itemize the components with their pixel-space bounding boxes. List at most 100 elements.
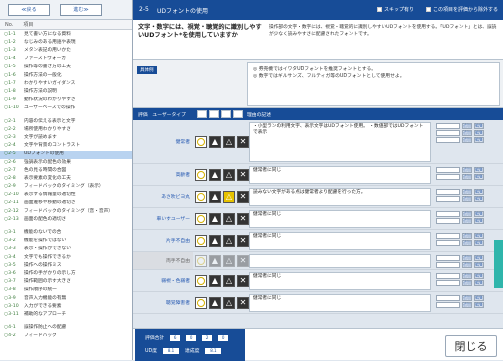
edit-button[interactable]: 編集 xyxy=(474,218,484,224)
list-item[interactable]: ○3-8 操作順序の統一 xyxy=(0,287,132,295)
list-item[interactable]: ○1-6 操作方法の一般化 xyxy=(0,72,132,80)
list-item[interactable]: ○1-7 わかりやすいガイダンス xyxy=(0,80,132,88)
list-item[interactable]: ○2-12 フィードバックのタイミング（音・音声） xyxy=(0,208,132,216)
add-button[interactable]: 追加 xyxy=(462,233,472,239)
forward-button[interactable]: 進む≫ xyxy=(60,3,102,16)
edit-button[interactable]: 編集 xyxy=(474,130,484,136)
rating-select[interactable] xyxy=(436,218,460,224)
list-item[interactable]: ○2-11 画面遷移や移動の適切さ xyxy=(0,200,132,208)
comment-field[interactable]: 健常者に同じ xyxy=(249,272,431,290)
list-item[interactable]: ○2-13 画面の配色の適切さ xyxy=(0,216,132,224)
list-item[interactable]: ○3-6 操作の手がかりの示し方 xyxy=(0,270,132,278)
good-circle-icon[interactable] xyxy=(195,255,207,267)
edit-button[interactable]: 編集 xyxy=(474,233,484,239)
list-item[interactable]: ○3-1 機能のないでの合 xyxy=(0,229,132,237)
sort-up-icon[interactable] xyxy=(221,110,231,118)
bad-cross-icon[interactable]: ✕ xyxy=(237,255,249,267)
list-item[interactable]: ○2-3 文字が読めます xyxy=(0,134,132,142)
list-item[interactable]: ○2-5 UDフォントの使用 xyxy=(0,150,132,159)
edit-button[interactable]: 編集 xyxy=(474,196,484,202)
fair-triangle-icon[interactable]: ▲ xyxy=(209,297,221,309)
warn-triangle-icon[interactable]: △ xyxy=(223,235,235,247)
edit-button[interactable]: 編集 xyxy=(474,174,484,180)
bad-cross-icon[interactable]: ✕ xyxy=(237,275,249,287)
rating-select[interactable] xyxy=(436,255,460,261)
fair-triangle-icon[interactable]: ▲ xyxy=(209,275,221,287)
fair-triangle-icon[interactable]: ▲ xyxy=(209,191,221,203)
comment-field[interactable] xyxy=(249,254,431,268)
list-item[interactable]: ○2-9 フィードバックのタイミング（表示） xyxy=(0,183,132,191)
back-button[interactable]: ≪戻る xyxy=(8,3,50,16)
list-item[interactable]: ○3-4 文字でも操作できるか xyxy=(0,254,132,262)
list-item[interactable]: ○2-7 色の見る時間の合図 xyxy=(0,167,132,175)
good-circle-icon[interactable] xyxy=(195,297,207,309)
rating-select[interactable] xyxy=(436,262,460,268)
edit-button[interactable]: 編集 xyxy=(474,255,484,261)
edit-button[interactable]: 編集 xyxy=(474,240,484,246)
rating-select[interactable] xyxy=(436,233,460,239)
edit-button[interactable]: 編集 xyxy=(474,123,484,129)
list-item[interactable]: ○1-9 動作状況のわかりやすさ xyxy=(0,97,132,105)
comment-field[interactable]: 読みない文字がある点は健常者より配慮を行った方。 xyxy=(249,188,431,206)
edit-button[interactable]: 編集 xyxy=(474,211,484,217)
rating-select[interactable] xyxy=(436,240,460,246)
close-button[interactable]: 閉じる xyxy=(445,335,497,357)
comment-field[interactable]: 健常者に同じ xyxy=(249,294,431,312)
warn-triangle-icon[interactable]: △ xyxy=(223,275,235,287)
fair-triangle-icon[interactable]: ▲ xyxy=(209,235,221,247)
rating-select[interactable] xyxy=(436,130,460,136)
list-item[interactable]: ○3-3 表示・操作ができない xyxy=(0,246,132,254)
bad-cross-icon[interactable]: ✕ xyxy=(237,213,249,225)
bad-cross-icon[interactable]: ✕ xyxy=(237,235,249,247)
list-item[interactable]: ○3-9 音声入力機能の有無 xyxy=(0,295,132,303)
fair-triangle-icon[interactable]: ▲ xyxy=(209,213,221,225)
add-button[interactable]: 追加 xyxy=(462,280,472,286)
list-item[interactable]: ○4-2 フィードバック xyxy=(0,333,132,341)
list-item[interactable]: ○1-5 操作等の書き方の工夫 xyxy=(0,64,132,72)
edit-button[interactable]: 編集 xyxy=(474,167,484,173)
add-button[interactable]: 追加 xyxy=(462,240,472,246)
rating-select[interactable] xyxy=(436,280,460,286)
good-circle-icon[interactable] xyxy=(195,213,207,225)
sort-down-icon[interactable] xyxy=(233,110,243,118)
list-item[interactable]: ○2-10 表示する情報量の適切性 xyxy=(0,192,132,200)
comment-field[interactable]: 健常者に同じ xyxy=(249,166,431,184)
exclude-checkbox[interactable]: この項目を評価から除外する xyxy=(425,6,498,13)
good-circle-icon[interactable] xyxy=(195,191,207,203)
comment-field[interactable]: 健常者に同じ xyxy=(249,232,431,250)
rating-select[interactable] xyxy=(436,167,460,173)
warn-triangle-icon[interactable]: △ xyxy=(223,136,235,148)
rating-select[interactable] xyxy=(436,189,460,195)
list-item[interactable]: ○1-3 メタン表記の用いかた xyxy=(0,47,132,55)
rating-select[interactable] xyxy=(436,273,460,279)
add-button[interactable]: 追加 xyxy=(462,137,472,143)
list-item[interactable]: ○2-1 内容の伝える表示と文字 xyxy=(0,118,132,126)
list-item[interactable]: ○1-4 ファーストヴォーカ xyxy=(0,56,132,64)
rating-select[interactable] xyxy=(436,174,460,180)
list-item[interactable]: ○3-2 機能を操作ではない xyxy=(0,238,132,246)
fair-triangle-icon[interactable]: ▲ xyxy=(209,255,221,267)
edit-button[interactable]: 編集 xyxy=(474,273,484,279)
add-button[interactable]: 追加 xyxy=(462,262,472,268)
list-item[interactable]: ○3-5 操作への操作ミス xyxy=(0,262,132,270)
rating-select[interactable] xyxy=(436,137,460,143)
add-button[interactable]: 追加 xyxy=(462,295,472,301)
rating-select[interactable] xyxy=(436,295,460,301)
list-item[interactable]: ○1-8 操作方法の説明 xyxy=(0,88,132,96)
warn-triangle-icon[interactable]: △ xyxy=(223,191,235,203)
warn-triangle-icon[interactable]: △ xyxy=(223,255,235,267)
list-item[interactable]: ○3-10 入力ができる要素 xyxy=(0,303,132,311)
rating-select[interactable] xyxy=(436,123,460,129)
bad-cross-icon[interactable]: ✕ xyxy=(237,169,249,181)
add-button[interactable]: 追加 xyxy=(462,255,472,261)
copy-icon[interactable] xyxy=(209,110,219,118)
edit-button[interactable]: 編集 xyxy=(474,280,484,286)
list-item[interactable]: ○1-1 見て書い方になる資料 xyxy=(0,31,132,39)
add-button[interactable]: 追加 xyxy=(462,189,472,195)
add-button[interactable]: 追加 xyxy=(462,174,472,180)
add-button[interactable]: 追加 xyxy=(462,167,472,173)
edit-button[interactable]: 編集 xyxy=(474,262,484,268)
warn-triangle-icon[interactable]: △ xyxy=(223,213,235,225)
good-circle-icon[interactable] xyxy=(195,275,207,287)
rating-select[interactable] xyxy=(436,196,460,202)
